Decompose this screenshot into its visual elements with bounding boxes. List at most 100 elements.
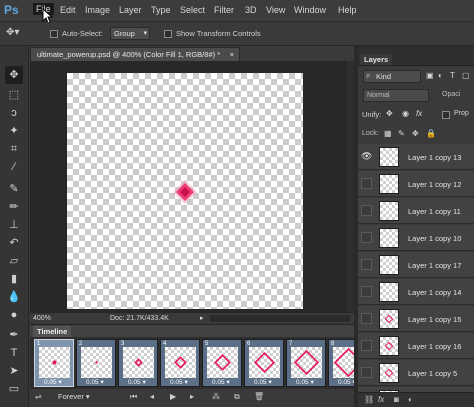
auto-select-dropdown[interactable]: Group [110,27,150,40]
menu-help[interactable]: Help [338,5,357,15]
rectangle-tool-icon[interactable]: ▭ [5,380,23,398]
next-frame-icon[interactable]: ▸ [190,392,194,401]
menu-select[interactable]: Select [180,5,205,15]
move-tool-icon[interactable]: ✥▾ [6,27,19,38]
menu-edit[interactable]: Edit [60,5,76,15]
frame-delay[interactable]: 0.05 ▾ [170,378,188,386]
unify-position-icon[interactable]: ✥ [386,109,393,118]
document-tab[interactable]: ultimate_powerup.psd @ 400% (Color Fill … [30,47,240,61]
dodge-tool-icon[interactable]: ● [5,306,23,324]
layer-row[interactable]: Layer 1 copy 12 [358,171,474,197]
eraser-tool-icon[interactable]: ▱ [5,252,23,270]
auto-select-checkbox[interactable] [50,30,58,38]
frame-delay[interactable]: 0.05 ▾ [128,378,146,386]
menu-type[interactable]: Type [151,5,171,15]
history-brush-tool-icon[interactable]: ↶ [5,234,23,252]
layer-row[interactable]: 👁 Layer 1 copy 13 [358,144,474,170]
timeline-tab[interactable]: Timeline [33,326,72,337]
layer-row[interactable]: Layer 1 copy 15 [358,306,474,332]
propagate-frame-checkbox[interactable] [442,111,450,119]
show-transform-checkbox[interactable] [164,30,172,38]
horizontal-scrollbar[interactable] [210,315,350,322]
move-tool-icon[interactable]: ✥ [5,66,23,84]
menu-view[interactable]: View [266,5,285,15]
delete-frame-icon[interactable]: 🗑 [254,392,264,401]
unify-visibility-icon[interactable]: ◉ [402,109,409,118]
timeline-frame[interactable]: 1 0.05 ▾ [34,339,74,387]
duplicate-frame-icon[interactable]: ⧉ [234,392,240,402]
eye-icon[interactable]: 👁 [361,151,372,162]
visibility-toggle[interactable] [361,205,372,216]
vertical-scrollbar[interactable] [345,61,354,312]
menu-window[interactable]: Window [294,5,326,15]
path-selection-tool-icon[interactable]: ➤ [5,362,23,380]
layers-tab[interactable]: Layers [360,54,393,65]
crop-tool-icon[interactable]: ⌗ [5,140,23,158]
magic-wand-tool-icon[interactable]: ✦ [5,122,23,140]
first-frame-icon[interactable]: ⏮ [130,392,137,402]
lock-all-icon[interactable]: 🔒 [426,129,436,138]
menu-filter[interactable]: Filter [214,5,234,15]
lock-position-icon[interactable]: ✥ [412,129,419,138]
lock-transparency-icon[interactable]: ▦ [384,129,392,138]
layer-row[interactable]: Layer 1 copy 16 [358,333,474,359]
visibility-toggle[interactable] [361,340,372,351]
frame-delay[interactable]: 0.05 ▾ [296,378,314,386]
healing-brush-tool-icon[interactable]: ✎ [5,180,23,198]
filter-pixel-icon[interactable]: ▣ [426,71,434,80]
visibility-toggle[interactable] [361,178,372,189]
layer-row[interactable]: Layer 1 copy 5 [358,360,474,386]
frame-delay[interactable]: 0.05 ▾ [44,378,62,386]
layer-style-icon[interactable]: fx [378,395,384,404]
menu-3d[interactable]: 3D [245,5,257,15]
visibility-toggle[interactable] [361,367,372,378]
tween-icon[interactable]: ⁂ [212,392,220,401]
unify-style-icon[interactable]: fx [416,109,422,118]
document-canvas[interactable] [67,73,303,309]
visibility-toggle[interactable] [361,286,372,297]
timeline-frame[interactable]: 4 0.05 ▾ [160,339,200,387]
gradient-tool-icon[interactable]: ▮ [5,270,23,288]
blur-tool-icon[interactable]: 💧 [5,288,23,306]
layer-row[interactable]: Layer 1 copy 17 [358,252,474,278]
lock-pixels-icon[interactable]: ✎ [398,129,405,138]
close-icon[interactable]: × [230,48,234,61]
timeline-frame[interactable]: 5 0.05 ▾ [202,339,242,387]
layer-row[interactable]: Layer 1 copy 14 [358,279,474,305]
timeline-frame[interactable]: 3 0.05 ▾ [118,339,158,387]
marquee-tool-icon[interactable]: ⬚ [5,86,23,104]
visibility-toggle[interactable] [361,232,372,243]
frame-delay[interactable]: 0.05 ▾ [212,378,230,386]
brush-tool-icon[interactable]: ✏ [5,198,23,216]
pen-tool-icon[interactable]: ✒ [5,326,23,344]
frame-delay[interactable]: 0.05 ▾ [254,378,272,386]
visibility-toggle[interactable] [361,313,372,324]
filter-kind-dropdown[interactable]: Kind [363,70,421,83]
layer-row[interactable]: Layer 1 copy 11 [358,198,474,224]
filter-type-icon[interactable]: T [450,71,455,80]
timeline-frame[interactable]: 6 0.05 ▾ [244,339,284,387]
loop-options-dropdown[interactable]: Forever ▾ [58,392,90,401]
blend-mode-dropdown[interactable]: Normal [363,89,429,102]
frame-delay[interactable]: 0.05 ▾ [86,378,104,386]
previous-frame-icon[interactable]: ◂ [150,392,154,401]
link-layers-icon[interactable]: ⛓ [364,395,374,404]
convert-timeline-icon[interactable]: ⇌ [35,392,42,401]
filter-adjustment-icon[interactable]: ◐ [438,71,443,80]
layer-row[interactable]: Layer 1 copy 10 [358,225,474,251]
type-tool-icon[interactable]: T [5,344,23,362]
add-mask-icon[interactable]: ◙ [394,395,399,404]
visibility-toggle[interactable] [361,259,372,270]
lasso-tool-icon[interactable]: ↄ [5,104,23,122]
menu-image[interactable]: Image [85,5,110,15]
status-menu-arrow-icon[interactable]: ▸ [200,313,204,324]
zoom-level[interactable]: 400% [33,313,51,324]
timeline-frame[interactable]: 7 0.05 ▾ [286,339,326,387]
timeline-frame[interactable]: 2 0.05 ▾ [76,339,116,387]
eyedropper-tool-icon[interactable]: ∕ [5,158,23,176]
adjustment-layer-icon[interactable]: ◐ [408,395,413,404]
clone-stamp-tool-icon[interactable]: ⊥ [5,216,23,234]
play-icon[interactable]: ▶ [170,392,176,401]
filter-shape-icon[interactable]: ▢ [462,71,470,80]
menu-layer[interactable]: Layer [119,5,142,15]
